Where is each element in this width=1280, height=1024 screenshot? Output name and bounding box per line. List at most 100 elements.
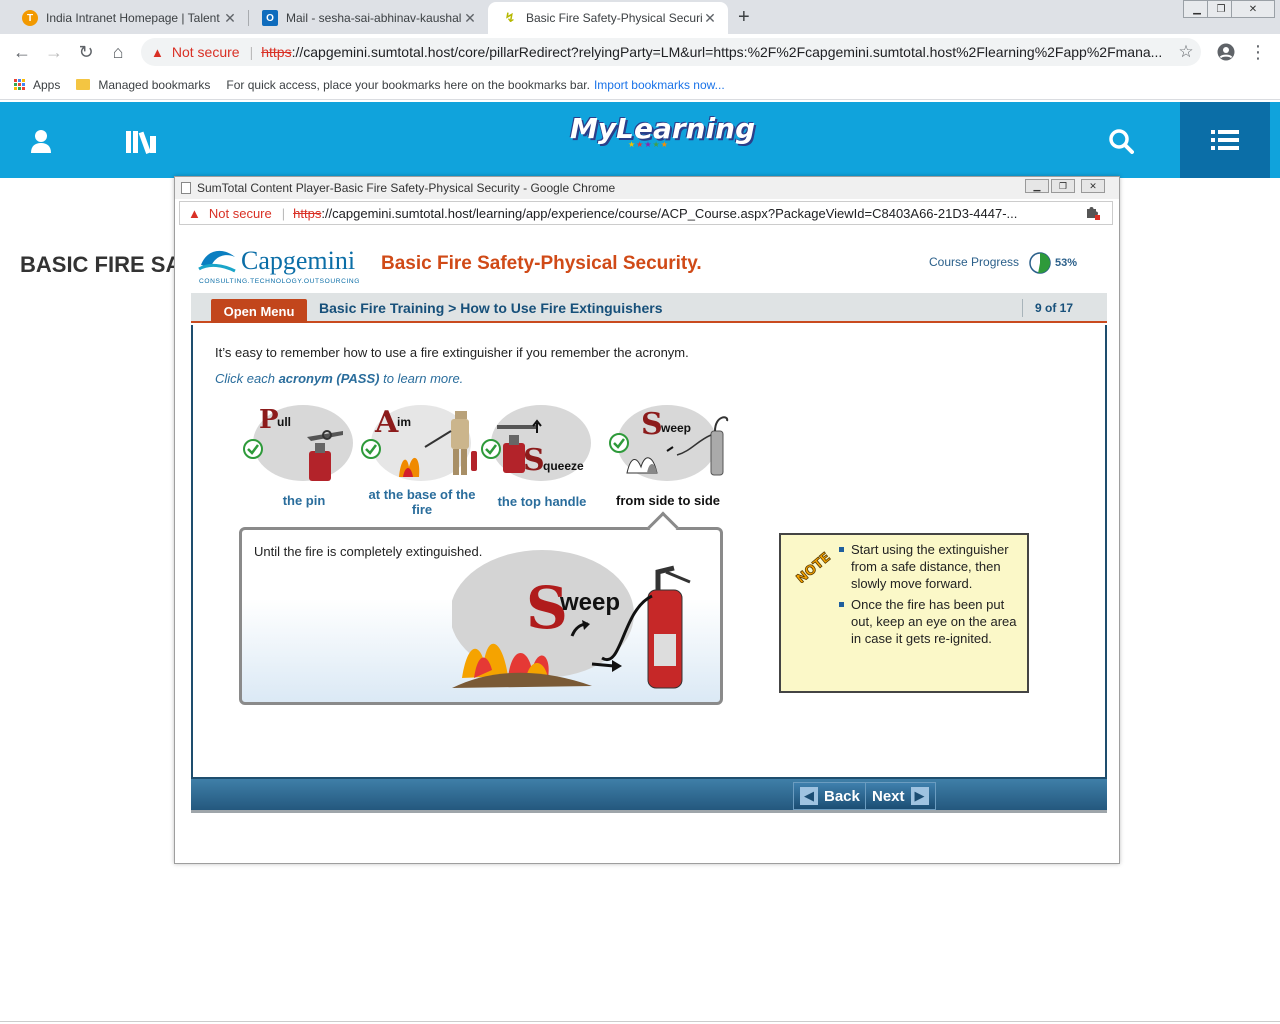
url-text: ://capgemini.sumtotal.host/core/pillarRe… (291, 44, 1163, 60)
outlook-favicon-icon: O (262, 10, 278, 26)
note-list: Start using the extinguisher from a safe… (839, 541, 1021, 651)
warning-icon: ▲ (151, 44, 164, 60)
folder-icon (76, 79, 91, 90)
note-item: Once the fire has been put out, keep an … (839, 596, 1021, 647)
left-arrow-icon: ◀ (800, 787, 818, 805)
close-tab-icon[interactable]: ✕ (222, 10, 238, 27)
course-nav-strip: Open Menu Basic Fire Training > How to U… (191, 293, 1107, 323)
account-icon[interactable] (1214, 40, 1238, 64)
capgemini-logo: Capgemini CONSULTING.TECHNOLOGY.OUTSOURC… (198, 246, 360, 285)
reload-icon[interactable]: ↻ (74, 40, 98, 64)
step-detail-text: Until the fire is completely extinguishe… (254, 544, 483, 559)
browser-tab-bar: T India Intranet Homepage | Talent ✕ O M… (0, 0, 1280, 34)
note-tag-label: NOTE (794, 550, 834, 583)
step-letter: P (259, 405, 279, 435)
step-caption: at the base of the fire (368, 487, 476, 517)
lesson-content: It’s easy to remember how to use a fire … (191, 325, 1107, 779)
pass-step-sweep[interactable]: S weep from side to side (603, 401, 733, 511)
note-tag-icon: NOTE (793, 550, 834, 583)
tab-title: Mail - sesha-sai-abhinav-kaushal (286, 11, 462, 25)
completed-check-icon (481, 439, 501, 459)
main-menu-button[interactable] (1180, 102, 1270, 178)
bubble-pointer (647, 511, 679, 543)
address-bar[interactable]: ▲ Not secure | https ://capgemini.sumtot… (141, 38, 1201, 66)
popup-minimize-button[interactable]: ▁ (1025, 179, 1049, 193)
close-window-button[interactable]: ✕ (1231, 0, 1275, 18)
bookmarks-hint: For quick access, place your bookmarks h… (226, 77, 590, 92)
tab-india-intranet[interactable]: T India Intranet Homepage | Talent ✕ (8, 2, 248, 34)
logo-stars-icon: ★★★★★ (628, 140, 669, 149)
course-title: Basic Fire Safety-Physical Security. (381, 253, 702, 274)
intro-text: It’s easy to remember how to use a fire … (215, 345, 689, 360)
bookmark-star-icon[interactable]: ☆ (1174, 40, 1198, 64)
home-icon[interactable]: ⌂ (106, 40, 130, 64)
divider: | (249, 44, 254, 60)
popup-window-title: SumTotal Content Player-Basic Fire Safet… (197, 181, 616, 195)
instruction-bold: acronym (PASS) (278, 371, 380, 386)
managed-bookmarks-folder[interactable]: Managed bookmarks (76, 78, 210, 92)
security-status[interactable]: Not secure (209, 206, 272, 221)
url-text: ://capgemini.sumtotal.host/learning/app/… (321, 205, 1018, 221)
tab-title: India Intranet Homepage | Talent (46, 11, 220, 25)
popup-address-bar[interactable]: ▲ Not secure | https ://capgemini.sumtot… (179, 201, 1113, 225)
apps-grid-icon (14, 79, 25, 90)
tab-fire-safety[interactable]: ↯ Basic Fire Safety-Physical Security ✕ (488, 2, 728, 34)
back-label: Back (824, 787, 860, 805)
open-menu-button[interactable]: Open Menu (211, 299, 307, 323)
sweep-small-icon (626, 416, 729, 476)
note-panel: NOTE Start using the extinguisher from a… (779, 533, 1029, 693)
brand-tagline: CONSULTING.TECHNOLOGY.OUTSOURCING (199, 278, 360, 285)
document-icon (181, 182, 191, 194)
instruction-text: Click each acronym (PASS) to learn more. (215, 371, 463, 386)
instruction-prefix: Click each (215, 371, 279, 386)
extension-puzzle-icon[interactable] (1086, 206, 1100, 220)
library-icon[interactable] (124, 124, 158, 158)
breadcrumb: Basic Fire Training > How to Use Fire Ex… (319, 300, 663, 316)
firefighter-aiming-icon (399, 411, 477, 477)
back-button[interactable]: ◀ Back (793, 782, 867, 810)
import-bookmarks-link[interactable]: Import bookmarks now... (594, 78, 725, 92)
close-tab-icon[interactable]: ✕ (702, 10, 718, 27)
security-status[interactable]: Not secure (172, 44, 240, 60)
url-scheme: https (261, 44, 292, 60)
forward-arrow-icon[interactable]: → (42, 40, 66, 64)
page-title: BASIC FIRE SAI (20, 252, 188, 277)
list-menu-icon (1211, 130, 1239, 150)
step-detail-panel: Until the fire is completely extinguishe… (239, 511, 723, 705)
divider: | (281, 205, 286, 221)
step-caption: from side to side (615, 493, 721, 508)
profile-icon[interactable] (24, 124, 58, 158)
intranet-favicon-icon: T (22, 10, 38, 26)
url-scheme: https (293, 205, 322, 221)
progress-pie-icon (1029, 252, 1051, 274)
completed-check-icon (243, 439, 263, 459)
pass-step-pull[interactable]: P ull the pin (239, 401, 369, 511)
new-tab-button[interactable]: + (738, 6, 750, 29)
apps-shortcut[interactable]: Apps (14, 78, 60, 92)
sweep-illustration: S weep (452, 550, 691, 689)
pass-step-aim[interactable]: A im at the base of the fire (357, 401, 487, 517)
apps-label: Apps (33, 77, 61, 92)
search-icon[interactable] (1104, 124, 1138, 158)
browser-menu-icon[interactable]: ⋮ (1246, 40, 1270, 64)
course-progress-value: 53% (1055, 257, 1078, 269)
page-counter: 9 of 17 (1022, 299, 1073, 317)
popup-restore-button[interactable]: ❐ (1051, 179, 1075, 193)
popup-close-button[interactable]: ✕ (1081, 179, 1105, 193)
popup-title-bar: SumTotal Content Player-Basic Fire Safet… (175, 177, 1119, 199)
next-button[interactable]: Next ▶ (865, 782, 936, 810)
step-caption: the top handle (497, 494, 587, 509)
course-progress-label: Course Progress (929, 255, 1020, 269)
back-arrow-icon[interactable]: ← (10, 40, 34, 64)
browser-toolbar: ← → ↻ ⌂ ▲ Not secure | https ://capgemin… (0, 34, 1280, 70)
bookmarks-bar: Apps Managed bookmarks For quick access,… (0, 70, 1280, 100)
pass-step-squeeze[interactable]: S queeze the top handle (477, 401, 607, 511)
brand-name: Capgemini (241, 246, 355, 275)
completed-check-icon (609, 433, 629, 453)
close-tab-icon[interactable]: ✕ (462, 10, 478, 27)
instruction-suffix: to learn more. (379, 371, 464, 386)
managed-bookmarks-label: Managed bookmarks (98, 77, 211, 92)
completed-check-icon (361, 439, 381, 459)
sweep-word: weep (559, 589, 620, 616)
tab-mail[interactable]: O Mail - sesha-sai-abhinav-kaushal ✕ (248, 2, 488, 34)
